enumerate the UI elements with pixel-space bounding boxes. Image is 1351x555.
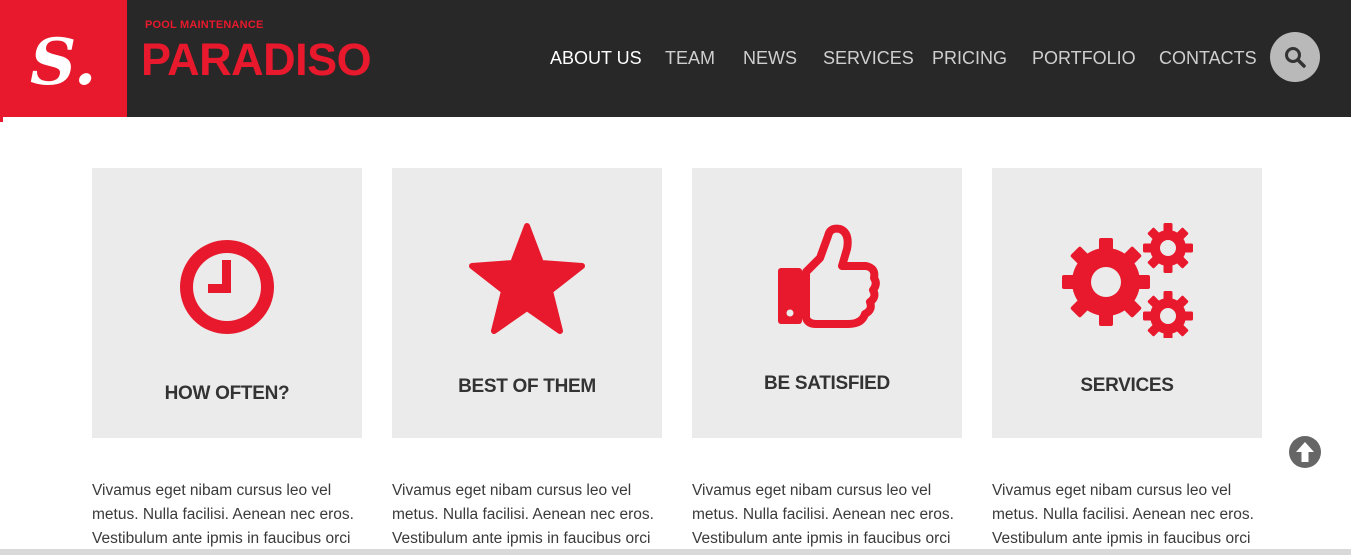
gears-icon xyxy=(1062,223,1193,338)
description-line: Vivamus eget nibam cursus leo vel xyxy=(392,482,632,499)
description-line: metus. Nulla facilisi. Aenean nec eros. xyxy=(392,506,654,523)
nav-services[interactable]: SERVICES xyxy=(823,47,914,69)
feature-card-best-of-them: BEST OF THEM xyxy=(392,168,662,438)
site-header: S. POOL MAINTENANCE PARADISO ABOUT US TE… xyxy=(0,0,1351,117)
description-line: Vivamus eget nibam cursus leo vel xyxy=(692,482,932,499)
logo[interactable]: S. xyxy=(0,0,127,117)
feature-card-be-satisfied: BE SATISFIED xyxy=(692,168,962,438)
logo-letter-icon: S. xyxy=(30,25,96,100)
svg-text:S.: S. xyxy=(30,25,96,100)
nav-news[interactable]: NEWS xyxy=(743,47,797,69)
description-line: Vestibulum ante ipmis in faucibus orci xyxy=(692,530,951,547)
feature-title: BEST OF THEM xyxy=(458,376,596,397)
description-line: Vestibulum ante ipmis in faucibus orci xyxy=(992,530,1251,547)
description-line: Vestibulum ante ipmis in faucibus orci xyxy=(392,530,651,547)
brand-subtitle: POOL MAINTENANCE xyxy=(145,19,264,31)
feature-description: Vivamus eget nibam cursus leo vel metus.… xyxy=(92,479,367,551)
feature-description: Vivamus eget nibam cursus leo vel metus.… xyxy=(392,479,667,551)
nav-portfolio[interactable]: PORTFOLIO xyxy=(1032,47,1136,69)
feature-title: BE SATISFIED xyxy=(764,373,890,394)
brand-name[interactable]: PARADISO xyxy=(141,32,372,88)
nav-about-us[interactable]: ABOUT US xyxy=(550,47,642,69)
scroll-to-top-button[interactable] xyxy=(1289,436,1321,468)
feature-description: Vivamus eget nibam cursus leo vel metus.… xyxy=(992,479,1267,551)
feature-title: HOW OFTEN? xyxy=(164,383,290,404)
description-line: Vivamus eget nibam cursus leo vel xyxy=(992,482,1232,499)
nav-team[interactable]: TEAM xyxy=(665,47,715,69)
description-line: metus. Nulla facilisi. Aenean nec eros. xyxy=(692,506,954,523)
clock-icon xyxy=(180,240,274,334)
search-icon xyxy=(1285,47,1306,68)
nav-pricing[interactable]: PRICING xyxy=(932,47,1007,69)
feature-title: SERVICES xyxy=(1080,375,1174,396)
thumbs-up-icon xyxy=(778,224,880,328)
search-button[interactable] xyxy=(1270,32,1320,82)
feature-description: Vivamus eget nibam cursus leo vel metus.… xyxy=(692,479,967,551)
feature-card-how-often: HOW OFTEN? xyxy=(92,168,362,438)
description-line: metus. Nulla facilisi. Aenean nec eros. xyxy=(92,506,354,523)
nav-contacts[interactable]: CONTACTS xyxy=(1159,47,1257,69)
description-line: Vestibulum ante ipmis in faucibus orci xyxy=(92,530,351,547)
star-icon xyxy=(469,223,585,334)
description-line: Vivamus eget nibam cursus leo vel xyxy=(92,482,332,499)
accent-sliver xyxy=(0,117,3,122)
description-line: metus. Nulla facilisi. Aenean nec eros. xyxy=(992,506,1254,523)
feature-card-services: SERVICES xyxy=(992,168,1262,438)
bottom-strip xyxy=(0,549,1351,555)
